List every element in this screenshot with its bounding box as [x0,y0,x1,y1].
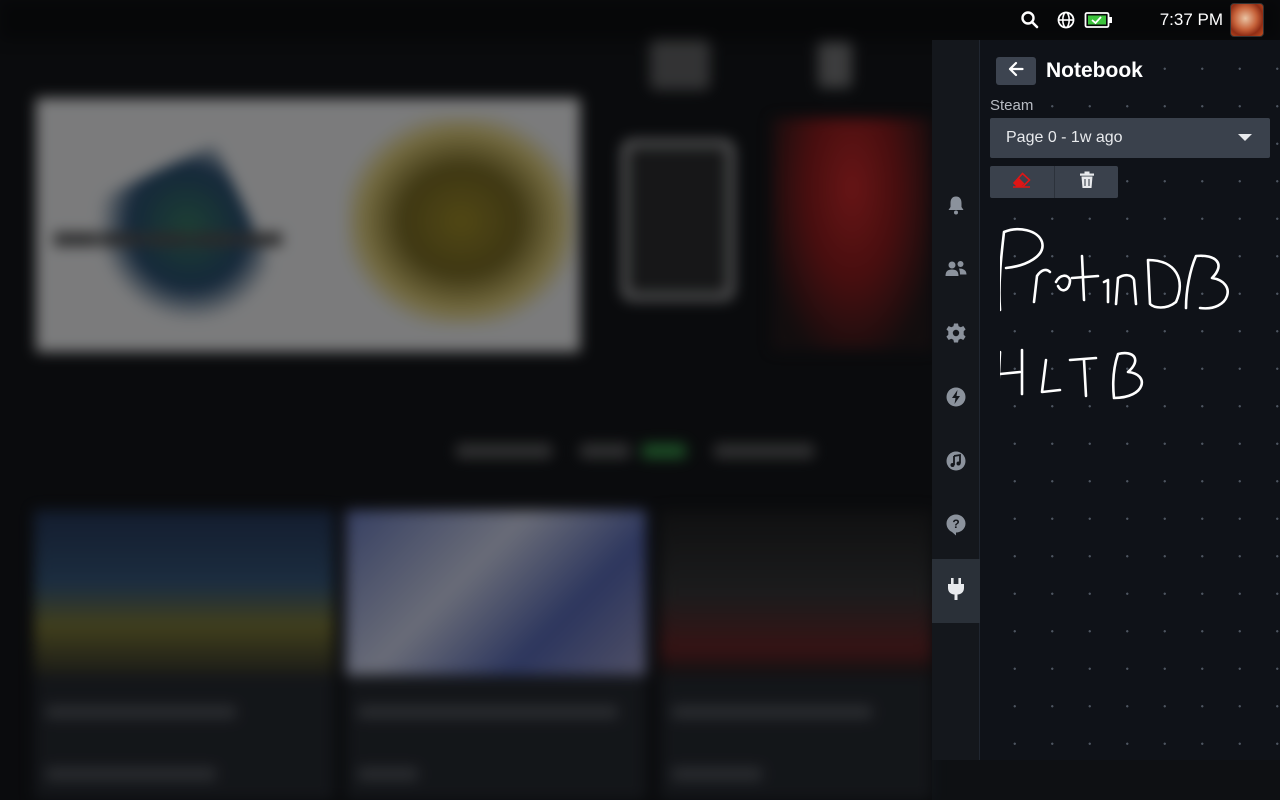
tab-row-blurred [456,440,816,462]
plugins-tab[interactable] [932,559,980,623]
chevron-down-icon [1238,134,1252,141]
quick-access-panel: ? Notebook Steam Page 0 - 1w ago [932,40,1280,760]
friends-icon [944,258,968,285]
plug-icon [945,576,967,607]
section-label: Steam [990,97,1034,114]
handwriting-strokes [1000,228,1229,400]
background-footer-blurred [932,760,1280,800]
svg-text:?: ? [952,517,959,531]
quick-access-rail: ? [932,40,980,760]
battery-fill [1088,15,1106,25]
drawing-canvas[interactable] [1000,220,1260,410]
arrow-left-icon [1008,61,1024,82]
search-icon[interactable] [1020,10,1040,30]
game-tile [622,140,734,300]
status-bar: 7:37 PM [920,0,1280,40]
back-button[interactable] [996,57,1036,85]
eraser-button[interactable] [990,166,1054,198]
friends-tab[interactable] [932,239,980,303]
notebook-plugin: Notebook Steam Page 0 - 1w ago [980,40,1280,760]
screen: ▬▬▬▬▬ 7:37 PM ? Notebook Steam Page 0 - … [0,0,1280,800]
avatar[interactable] [1230,3,1264,37]
notifications-tab[interactable] [932,175,980,239]
eraser-icon [1012,171,1032,193]
news-card [346,510,646,800]
clock: 7:37 PM [1159,10,1223,29]
performance-tab[interactable] [932,367,980,431]
news-card [660,510,932,800]
gear-icon [945,322,967,349]
game-tile [772,118,932,350]
page-select-value: Page 0 - 1w ago [1006,129,1123,146]
globe-icon[interactable] [1056,10,1076,30]
page-select-dropdown[interactable]: Page 0 - 1w ago [990,118,1270,158]
music-tab[interactable] [932,431,980,495]
delete-button[interactable] [1054,166,1118,198]
notebook-toolbar [990,166,1118,198]
trash-icon [1079,171,1095,194]
page-title: Notebook [1046,59,1143,82]
lightning-icon [945,386,967,413]
help-icon: ? [945,513,967,542]
battery-charging-icon [1084,9,1114,31]
help-tab[interactable]: ? [932,495,980,559]
notebook-header: Notebook [996,56,1143,86]
featured-game-banner: ▬▬▬▬▬ [36,98,580,353]
bell-icon [945,194,967,221]
news-card [34,510,334,800]
music-icon [945,450,967,477]
settings-tab[interactable] [932,303,980,367]
